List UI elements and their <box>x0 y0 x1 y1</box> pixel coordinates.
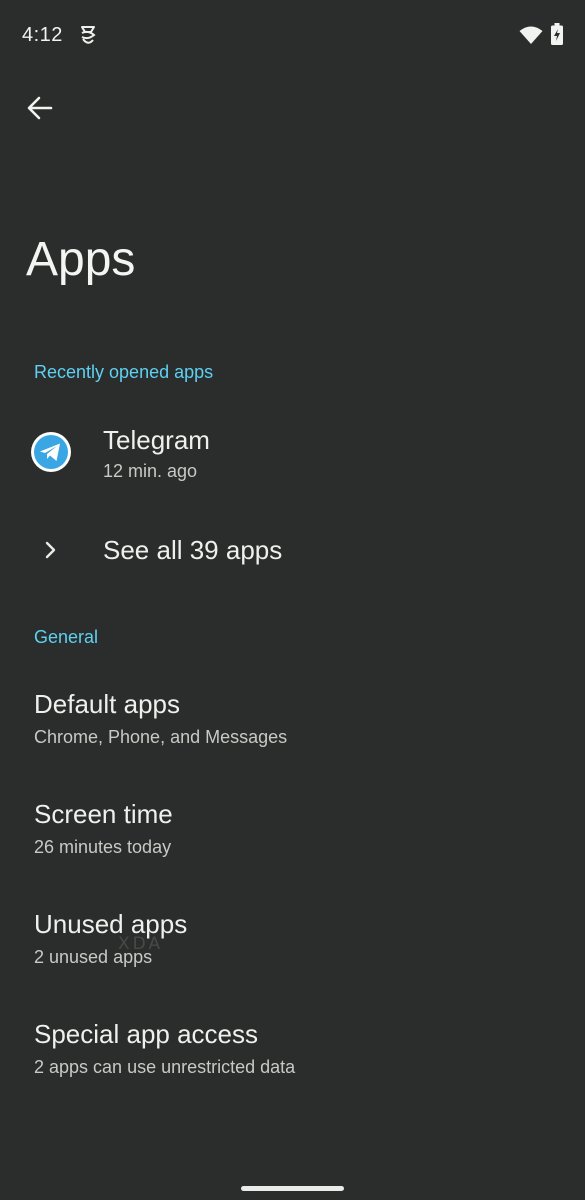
recent-app-telegram[interactable]: Telegram 12 min. ago <box>0 405 585 505</box>
setting-screen-time[interactable]: Screen time 26 minutes today <box>0 783 585 887</box>
status-time: 4:12 <box>22 24 63 46</box>
setting-summary: 2 apps can use unrestricted data <box>34 1057 296 1077</box>
app-last-opened: 12 min. ago <box>103 461 198 481</box>
xda-watermark: XDA <box>118 934 164 954</box>
setting-summary: 26 minutes today <box>34 837 172 857</box>
page-title: Apps <box>26 233 136 286</box>
status-bar: 4:12 <box>0 0 585 70</box>
setting-default-apps[interactable]: Default apps Chrome, Phone, and Messages <box>0 673 585 777</box>
notification-icon <box>78 24 98 46</box>
apps-settings-screen: 4:12 Apps Recently opened apps Telegram … <box>0 0 585 1200</box>
back-arrow-icon <box>27 96 53 125</box>
wifi-icon <box>519 25 543 45</box>
setting-title: Screen time <box>34 799 173 829</box>
see-all-apps-label: See all 39 apps <box>103 535 283 565</box>
section-header-recent: Recently opened apps <box>34 362 214 382</box>
battery-charging-icon <box>551 23 563 45</box>
telegram-icon <box>30 431 72 473</box>
setting-summary: Chrome, Phone, and Messages <box>34 727 288 747</box>
setting-title: Default apps <box>34 689 180 719</box>
setting-title: Special app access <box>34 1019 259 1049</box>
setting-title: Unused apps <box>34 909 188 939</box>
app-name: Telegram <box>103 425 210 455</box>
setting-unused-apps[interactable]: Unused apps 2 unused apps <box>0 893 585 997</box>
setting-special-app-access[interactable]: Special app access 2 apps can use unrest… <box>0 1003 585 1107</box>
back-button[interactable] <box>14 84 66 136</box>
chevron-right-icon <box>42 539 60 561</box>
see-all-apps-button[interactable]: See all 39 apps <box>0 515 585 587</box>
gesture-nav-handle[interactable] <box>241 1186 344 1191</box>
section-header-general: General <box>34 627 99 647</box>
